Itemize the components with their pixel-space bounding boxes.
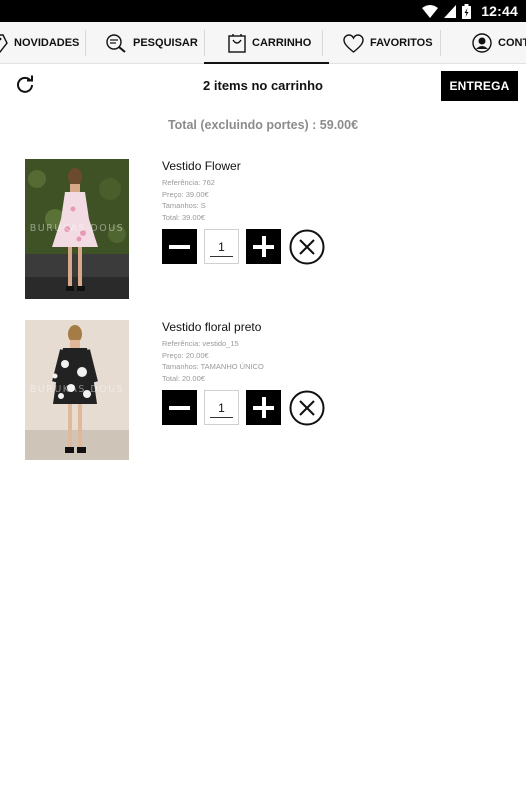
quantity-input[interactable]: 1	[204, 390, 239, 425]
tab-divider	[322, 30, 323, 56]
decrease-quantity-button[interactable]	[162, 390, 197, 425]
cell-signal-icon	[444, 4, 457, 18]
tab-pesquisar-label: PESQUISAR	[133, 37, 198, 49]
item-name: Vestido Flower	[162, 159, 241, 173]
item-reference: Referência: vestido_15	[162, 339, 239, 348]
tab-novidades-label: NOVIDADES	[14, 37, 80, 49]
wifi-icon	[422, 4, 439, 18]
item-name: Vestido floral preto	[162, 320, 262, 334]
tab-carrinho[interactable]: CARRINHO	[203, 22, 330, 64]
search-icon	[106, 34, 126, 53]
close-circle-icon	[289, 229, 325, 265]
increase-quantity-button[interactable]	[246, 390, 281, 425]
shopping-bag-icon	[228, 34, 246, 53]
item-price: Preço: 39.00€	[162, 189, 209, 199]
remove-item-button[interactable]	[289, 229, 325, 265]
decrease-quantity-button[interactable]	[162, 229, 197, 264]
tab-conta[interactable]: CONT	[472, 22, 526, 64]
status-bar: 12:44	[0, 0, 526, 22]
close-circle-icon	[289, 390, 325, 426]
increase-quantity-button[interactable]	[246, 229, 281, 264]
tab-favoritos-label: FAVORITOS	[370, 37, 433, 49]
quantity-input[interactable]: 1	[204, 229, 239, 264]
remove-item-button[interactable]	[289, 390, 325, 426]
item-price: Preço: 20.00€	[162, 350, 209, 360]
tab-divider	[204, 30, 205, 56]
product-image[interactable]: BURUKAS DOUS	[25, 320, 129, 460]
quantity-controls: 1	[162, 390, 332, 426]
delivery-button[interactable]: ENTREGA	[441, 71, 518, 101]
item-reference: Referência: 762	[162, 178, 215, 187]
image-watermark: BURUKAS DOUS	[29, 384, 125, 395]
tab-carrinho-label: CARRINHO	[252, 37, 312, 49]
cart-item: BURUKAS DOUS Vestido floral preto Referê…	[25, 320, 505, 460]
cart-item: BURUKAS DOUS Vestido Flower Referência: …	[25, 159, 505, 299]
tab-conta-label: CONT	[498, 37, 526, 49]
item-total: Total: 39.00€	[162, 212, 205, 222]
heart-icon	[343, 33, 364, 53]
quantity-controls: 1	[162, 229, 332, 265]
tab-favoritos[interactable]: FAVORITOS	[343, 22, 433, 64]
tab-pesquisar[interactable]: PESQUISAR	[105, 22, 198, 64]
product-image[interactable]: BURUKAS DOUS	[25, 159, 129, 299]
image-watermark: BURUKAS DOUS	[29, 223, 125, 234]
tab-novidades[interactable]: NOVIDADES	[0, 22, 79, 64]
tab-divider	[85, 30, 86, 56]
tab-divider	[440, 30, 441, 56]
tab-bar: NOVIDADES PESQUISAR CARRINHO FAVORITOS C…	[0, 22, 526, 64]
cart-total: Total (excluindo portes) : 59.00€	[167, 118, 359, 132]
clock: 12:44	[481, 3, 518, 19]
user-icon	[472, 33, 492, 53]
item-sizes: Tamanhos: S	[162, 201, 206, 210]
battery-icon	[462, 3, 472, 19]
item-total: Total: 20.00€	[162, 373, 205, 383]
status-icons: 12:44	[422, 3, 518, 19]
tag-icon	[0, 34, 8, 53]
item-sizes: Tamanhos: TAMANHO ÚNICO	[162, 362, 264, 371]
